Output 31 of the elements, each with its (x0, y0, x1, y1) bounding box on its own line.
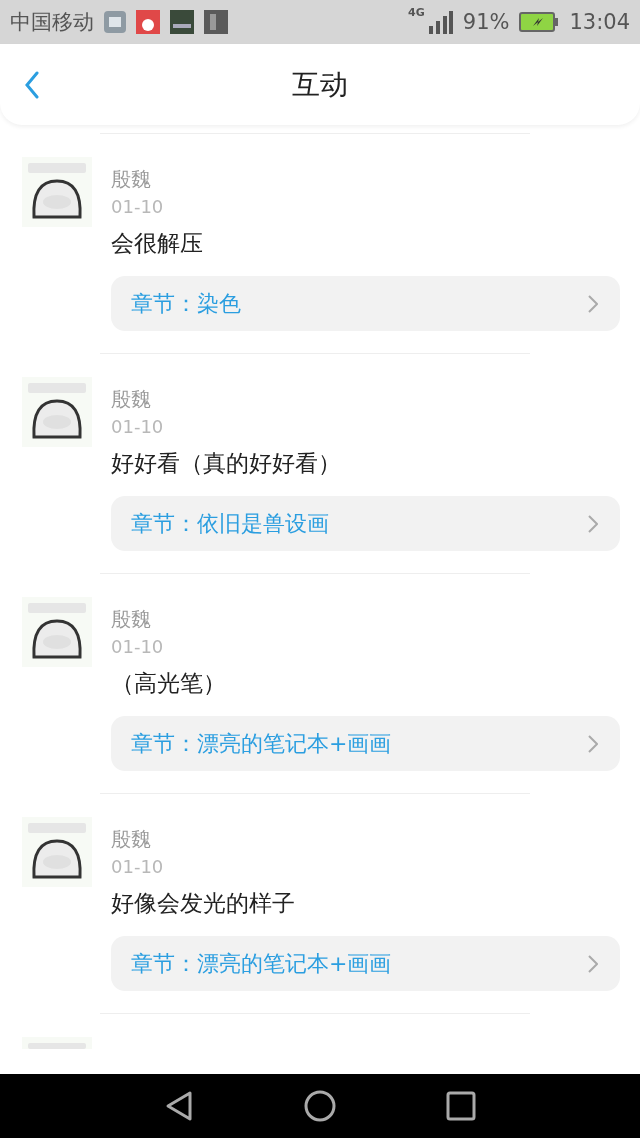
author-name: 殷魏 (111, 606, 152, 633)
chapter-link[interactable]: 章节：依旧是兽设画 (111, 496, 620, 551)
back-nav-button[interactable] (164, 1090, 194, 1122)
comment-text: （高光笔） (111, 669, 227, 698)
chapter-link[interactable]: 章节：漂亮的笔记本+画画 (111, 716, 620, 771)
comment-text: 好像会发光的样子 (111, 889, 296, 918)
comment-date: 01-10 (111, 415, 165, 439)
recents-button[interactable] (446, 1091, 476, 1121)
signal-icon (426, 10, 453, 34)
comment-date: 01-10 (111, 855, 165, 879)
comment-date: 01-10 (111, 635, 165, 659)
chapter-link[interactable]: 章节：漂亮的笔记本+画画 (111, 936, 620, 991)
page-title: 互动 (292, 66, 348, 103)
chapter-link[interactable]: 章节：染色 (111, 276, 620, 331)
chevron-icon (588, 294, 598, 313)
battery-percent: 91% (462, 10, 510, 34)
gallery-icon (104, 11, 126, 33)
home-button[interactable] (304, 1090, 336, 1122)
comment-date: 01-10 (111, 195, 165, 219)
chevron-icon (588, 514, 598, 533)
network-type: 4G (408, 6, 425, 19)
author-name: 殷魏 (111, 386, 152, 413)
chevron-icon (588, 954, 598, 973)
clock: 13:04 (569, 10, 630, 34)
chevron-icon (588, 734, 598, 753)
author-name: 殷魏 (111, 826, 152, 853)
author-name: 殷魏 (111, 166, 152, 193)
carrier-name: 中国移动 (10, 9, 94, 36)
comment-text: 好好看（真的好好看） (111, 449, 342, 478)
battery-charging-icon (519, 12, 560, 32)
comment-text: 会很解压 (111, 229, 204, 258)
